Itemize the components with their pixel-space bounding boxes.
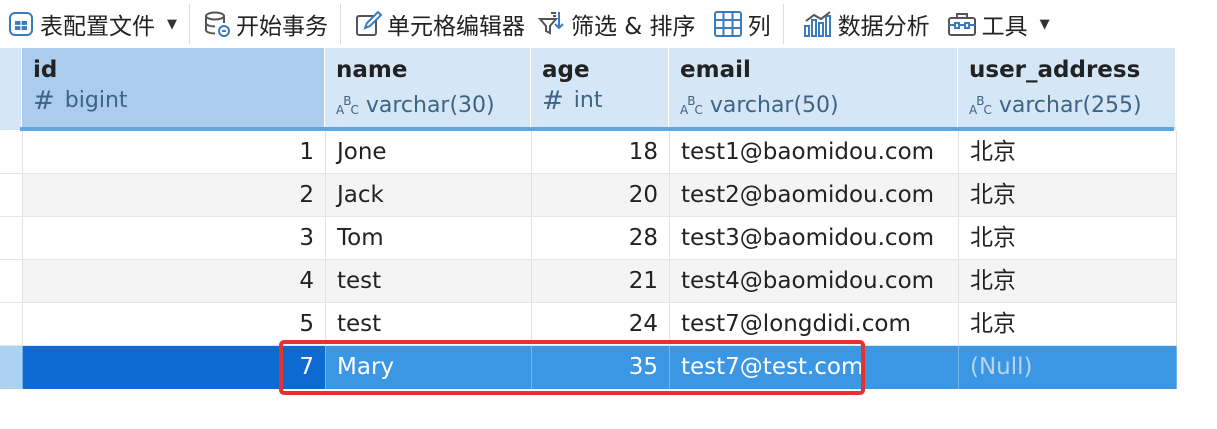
table-row[interactable]: 1 Jone 18 test1@baomidou.com 北京 xyxy=(0,131,1177,174)
cell-id[interactable]: 2 xyxy=(23,174,326,216)
column-name: email xyxy=(680,57,751,83)
cell-user-address[interactable]: 北京 xyxy=(959,260,1177,302)
column-name: id xyxy=(33,57,58,83)
column-name: user_address xyxy=(969,57,1141,83)
tools-button[interactable]: 工具 ▼ xyxy=(938,0,1058,48)
cell-age[interactable]: 18 xyxy=(532,131,670,173)
table-row[interactable]: 2 Jack 20 test2@baomidou.com 北京 xyxy=(0,174,1177,217)
cell-user-address[interactable]: 北京 xyxy=(959,217,1177,259)
toolbar: 表配置文件 ▼ 开始事务 单元格编辑器 筛选 & 排序 列 数据分析 工具 ▼ xyxy=(0,0,1217,48)
filter-sort-button[interactable]: 筛选 & 排序 xyxy=(533,0,704,48)
columns-button[interactable]: 列 xyxy=(704,0,779,48)
columns-icon xyxy=(712,9,744,39)
toolbar-divider xyxy=(340,4,341,44)
cell-email[interactable]: test1@baomidou.com xyxy=(670,131,959,173)
toolbar-divider xyxy=(782,4,784,44)
filter-icon xyxy=(537,9,567,39)
row-selector[interactable] xyxy=(0,174,23,216)
cell-user-address[interactable]: 北京 xyxy=(959,303,1177,345)
cell-id[interactable]: 3 xyxy=(23,217,326,259)
cell-name[interactable]: Tom xyxy=(326,217,532,259)
column-name: name xyxy=(336,57,408,83)
cell-age[interactable]: 20 xyxy=(532,174,670,216)
data-analysis-button[interactable]: 数据分析 xyxy=(788,0,938,48)
edit-icon xyxy=(353,9,383,39)
abc-icon: ABC xyxy=(969,94,992,117)
bar-chart-icon xyxy=(802,9,834,39)
cell-name[interactable]: test xyxy=(326,303,532,345)
column-name: age xyxy=(542,57,590,83)
begin-transaction-label: 开始事务 xyxy=(236,14,328,40)
column-type: bigint xyxy=(64,88,128,113)
abc-icon: ABC xyxy=(336,94,359,117)
database-icon xyxy=(202,9,232,39)
cell-editor-label: 单元格编辑器 xyxy=(387,14,525,40)
cell-age[interactable]: 28 xyxy=(532,217,670,259)
highlight-annotation xyxy=(279,340,865,395)
column-type: varchar(50) xyxy=(709,92,839,118)
tools-label: 工具 xyxy=(981,14,1028,40)
cell-user-address[interactable]: (Null) xyxy=(959,346,1177,389)
cell-email[interactable]: test4@baomidou.com xyxy=(670,260,959,302)
cell-email[interactable]: test3@baomidou.com xyxy=(670,217,959,259)
column-header-name[interactable]: name ABC varchar(30) xyxy=(325,48,531,127)
hash-icon: # xyxy=(542,86,564,116)
row-selector[interactable] xyxy=(0,303,23,345)
toolbox-icon xyxy=(946,9,978,39)
column-type: varchar(30) xyxy=(365,92,495,118)
hash-icon: # xyxy=(33,86,55,116)
column-type: varchar(255) xyxy=(998,92,1142,118)
cell-age[interactable]: 24 xyxy=(532,303,670,345)
columns-label: 列 xyxy=(747,14,771,40)
cell-user-address[interactable]: 北京 xyxy=(959,174,1177,216)
cell-email[interactable]: test2@baomidou.com xyxy=(670,174,959,216)
abc-icon: ABC xyxy=(680,94,703,117)
cell-user-address[interactable]: 北京 xyxy=(959,131,1177,173)
column-header-row: id # bigint name ABC varchar(30) age # int … xyxy=(0,48,1176,130)
table-config-button[interactable]: 表配置文件 ▼ xyxy=(0,0,185,48)
cell-id[interactable]: 1 xyxy=(23,131,326,173)
column-header-user-address[interactable]: user_address ABC varchar(255) xyxy=(958,48,1176,127)
cell-name[interactable]: Jack xyxy=(326,174,532,216)
column-header-age[interactable]: age # int xyxy=(531,48,669,127)
row-selector[interactable] xyxy=(0,217,23,259)
cell-name[interactable]: test xyxy=(326,260,532,302)
cell-editor-button[interactable]: 单元格编辑器 xyxy=(345,0,533,48)
data-analysis-label: 数据分析 xyxy=(837,14,930,40)
table-row[interactable]: 4 test 21 test4@baomidou.com 北京 xyxy=(0,260,1177,303)
column-header-id[interactable]: id # bigint xyxy=(22,48,325,127)
table-row[interactable]: 3 Tom 28 test3@baomidou.com 北京 xyxy=(0,217,1177,260)
cell-id[interactable]: 5 xyxy=(23,303,326,345)
column-header-email[interactable]: email ABC varchar(50) xyxy=(669,48,958,127)
begin-transaction-button[interactable]: 开始事务 xyxy=(194,0,336,48)
cell-name[interactable]: Jone xyxy=(326,131,532,173)
row-selector[interactable] xyxy=(0,131,23,173)
chevron-down-icon: ▼ xyxy=(167,16,177,32)
filter-sort-label: 筛选 & 排序 xyxy=(571,14,696,40)
cell-id[interactable]: 4 xyxy=(23,260,326,302)
chevron-down-icon: ▼ xyxy=(1039,16,1050,32)
table-config-label: 表配置文件 xyxy=(40,14,155,40)
row-selector[interactable] xyxy=(0,260,23,302)
row-selector[interactable] xyxy=(0,346,23,389)
column-type: int xyxy=(573,88,603,113)
table-config-icon xyxy=(6,9,36,39)
cell-email[interactable]: test7@longdidi.com xyxy=(670,303,959,345)
toolbar-divider xyxy=(189,4,190,44)
row-gutter-header[interactable] xyxy=(0,48,22,127)
cell-age[interactable]: 21 xyxy=(532,260,670,302)
